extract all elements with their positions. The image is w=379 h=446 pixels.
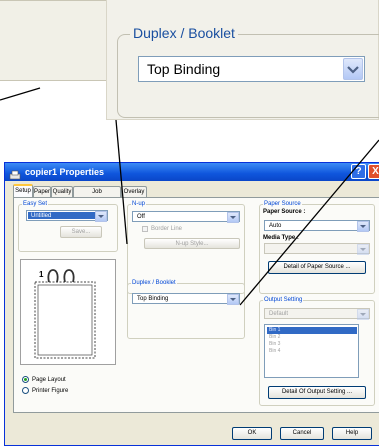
connector-lines [0, 87, 379, 306]
